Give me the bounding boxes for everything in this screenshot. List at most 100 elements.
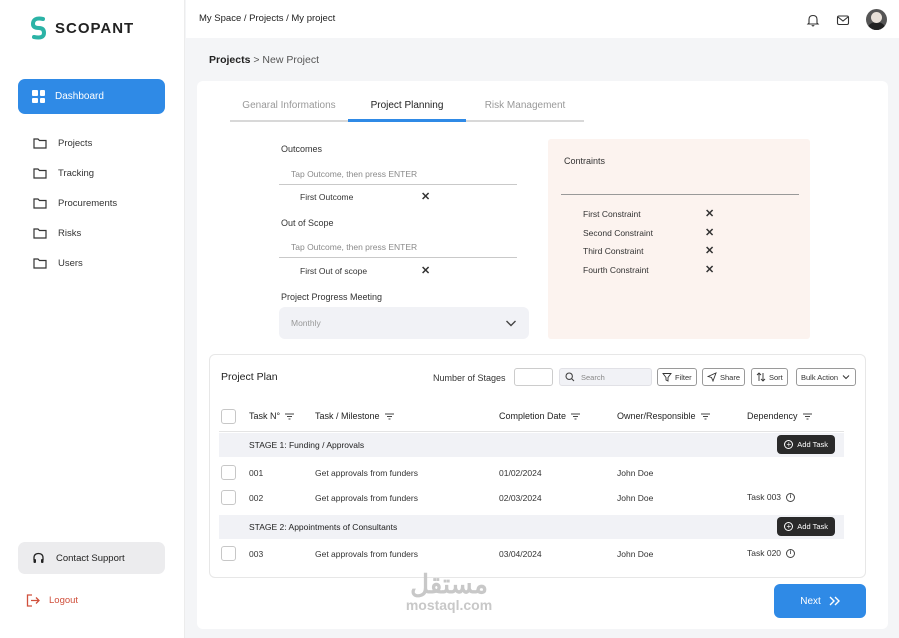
stage-title: STAGE 2: Appointments of Consultants (249, 522, 398, 532)
logout-icon (26, 594, 40, 607)
col-task-no[interactable]: Task N° (249, 411, 295, 421)
sidebar-item-label: Procurements (58, 197, 118, 209)
task-name[interactable]: Get approvals from funders (315, 493, 418, 503)
remove-constraint-icon[interactable]: ✕ (705, 207, 714, 220)
watermark: مستقل mostaql.com (394, 571, 504, 613)
sidebar-item-label: Risks (58, 227, 82, 239)
remove-constraint-icon[interactable]: ✕ (705, 263, 714, 276)
dependency-label: Task 020 (747, 548, 782, 558)
share-button[interactable]: Share (702, 368, 746, 386)
row-checkbox[interactable] (221, 465, 236, 480)
crumb-separator: > (250, 54, 263, 66)
avatar[interactable] (866, 9, 887, 30)
sort-icon (756, 372, 766, 382)
remove-scope-icon[interactable]: ✕ (421, 264, 430, 277)
next-label: Next (800, 595, 821, 607)
add-task-button[interactable]: + Add Task (777, 517, 835, 536)
filter-lines-icon (285, 413, 295, 419)
task-date: 02/03/2024 (499, 493, 542, 503)
filter-button[interactable]: Filter (657, 368, 697, 386)
tab-general-informations[interactable]: Genaral Informations (230, 100, 348, 120)
info-icon[interactable]: i (786, 548, 796, 558)
next-button[interactable]: Next (774, 584, 866, 618)
main-card: Genaral Informations Project Planning Ri… (197, 81, 888, 629)
constraints-input-line[interactable] (561, 194, 799, 195)
sidebar-item-label: Users (58, 257, 83, 269)
share-label: Share (720, 372, 741, 382)
task-date: 03/04/2024 (499, 549, 542, 559)
task-no: 001 (249, 468, 264, 478)
sort-button[interactable]: Sort (751, 368, 788, 386)
crumb-parent[interactable]: Projects (209, 54, 250, 66)
select-all-checkbox[interactable] (221, 409, 236, 424)
constraint-item: Fourth Constraint (583, 265, 649, 275)
headset-icon (33, 552, 44, 563)
remove-outcome-icon[interactable]: ✕ (421, 190, 430, 203)
sidebar-item-users[interactable]: Users (33, 248, 117, 278)
top-bar: My Space / Projects / My project (186, 0, 899, 38)
remove-constraint-icon[interactable]: ✕ (705, 226, 714, 239)
task-name[interactable]: Get approvals from funders (315, 549, 418, 559)
task-owner: John Doe (617, 549, 654, 559)
meeting-label: Project Progress Meeting (281, 292, 383, 302)
stages-input[interactable] (514, 368, 553, 386)
col-completion-date[interactable]: Completion Date (499, 411, 581, 421)
brand-name: SCOPANT (55, 19, 135, 37)
task-owner: John Doe (617, 468, 654, 478)
folder-icon (33, 168, 47, 179)
sidebar-item-label: Dashboard (55, 91, 104, 102)
remove-constraint-icon[interactable]: ✕ (705, 244, 714, 257)
logout-button[interactable]: Logout (26, 594, 78, 607)
plus-circle-icon: + (784, 440, 794, 449)
project-plan: Project Plan Number of Stages Search Fil… (209, 354, 866, 578)
mail-icon[interactable] (836, 13, 850, 27)
sidebar-item-projects[interactable]: Projects (33, 128, 117, 158)
tab-risk-management[interactable]: Risk Management (466, 100, 584, 120)
folder-icon (33, 138, 47, 149)
watermark-latin: mostaql.com (405, 597, 493, 613)
plus-circle-icon: + (784, 522, 794, 531)
search-input[interactable]: Search (559, 368, 652, 386)
row-checkbox[interactable] (221, 546, 236, 561)
sidebar-nav: Projects Tracking Procurements Risks Use… (33, 128, 117, 278)
sidebar-item-label: Tracking (58, 167, 95, 179)
task-owner: John Doe (617, 493, 654, 503)
sidebar-item-procurements[interactable]: Procurements (33, 188, 117, 218)
task-dependency: Task 003 i (747, 492, 796, 502)
col-task-milestone[interactable]: Task / Milestone (315, 411, 394, 421)
plan-title: Project Plan (221, 371, 278, 383)
bulk-action-button[interactable]: Bulk Action (796, 368, 857, 386)
crumb-current: New Project (262, 54, 320, 66)
search-placeholder: Search (581, 372, 605, 382)
meeting-value: Monthly (291, 318, 321, 328)
out-of-scope-input[interactable]: Tap Outcome, then press ENTER (279, 237, 517, 258)
logo[interactable]: SCOPANT (29, 16, 134, 40)
constraint-item: Third Constraint (583, 246, 644, 256)
sort-label: Sort (769, 372, 783, 382)
meeting-select[interactable]: Monthly (279, 307, 529, 339)
task-name[interactable]: Get approvals from funders (315, 468, 418, 478)
support-label: Contact Support (56, 552, 125, 564)
stage-title: STAGE 1: Funding / Approvals (249, 440, 365, 450)
outcomes-input[interactable]: Tap Outcome, then press ENTER (279, 164, 517, 185)
tab-bar: Genaral Informations Project Planning Ri… (230, 100, 584, 122)
add-task-label: Add Task (797, 440, 828, 449)
col-owner[interactable]: Owner/Responsible (617, 411, 710, 421)
sidebar-item-tracking[interactable]: Tracking (33, 158, 117, 188)
bell-icon[interactable] (806, 13, 820, 27)
page-breadcrumb: Projects > New Project (209, 54, 319, 66)
row-checkbox[interactable] (221, 490, 236, 505)
task-no: 002 (249, 493, 264, 503)
folder-icon (33, 228, 47, 239)
tab-project-planning[interactable]: Project Planning (348, 100, 466, 122)
add-task-button[interactable]: + Add Task (777, 435, 835, 454)
chevron-down-icon (506, 320, 516, 327)
sidebar-item-dashboard[interactable]: Dashboard (18, 79, 165, 114)
col-label: Completion Date (499, 411, 567, 421)
info-icon[interactable]: i (786, 492, 796, 502)
filter-icon (662, 373, 672, 382)
sidebar-item-risks[interactable]: Risks (33, 218, 117, 248)
contact-support-button[interactable]: Contact Support (18, 542, 165, 574)
breadcrumb[interactable]: My Space / Projects / My project (199, 13, 335, 24)
col-dependency[interactable]: Dependency (747, 411, 812, 421)
